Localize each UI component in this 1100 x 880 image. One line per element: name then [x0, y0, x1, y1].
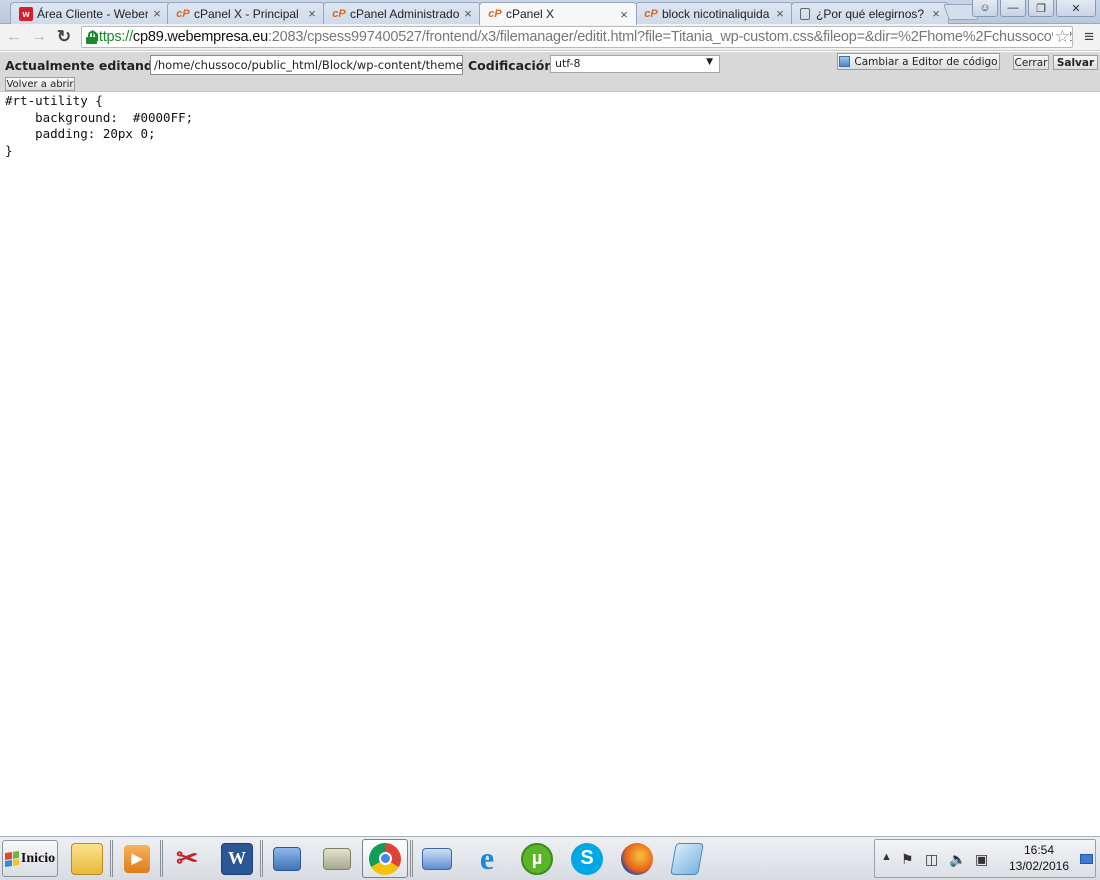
tab-block-nicotinaliquida[interactable]: cP block nicotinaliquida ×: [635, 2, 793, 24]
system-clock[interactable]: 16:54 13/02/2016: [1004, 842, 1074, 874]
media-player-icon[interactable]: ▶: [114, 839, 160, 878]
tab-label: block nicotinaliquida: [662, 6, 770, 21]
skype-icon[interactable]: S: [564, 839, 610, 878]
taskbar-separator: [110, 840, 113, 877]
cpanel-icon: cP: [488, 8, 502, 20]
tab-label: cPanel X: [506, 7, 555, 21]
minimize-icon[interactable]: —: [1000, 0, 1026, 17]
tab-label: ¿Por qué elegirnos?: [816, 6, 925, 21]
code-editor-icon: [839, 56, 851, 67]
encoding-value: utf-8: [555, 57, 581, 70]
close-button[interactable]: Cerrar: [1013, 55, 1049, 70]
start-button[interactable]: Inicio: [2, 840, 58, 877]
taskbar-separator: [260, 840, 263, 877]
utorrent-icon[interactable]: µ: [514, 839, 560, 878]
cpanel-icon: cP: [176, 7, 190, 20]
show-hidden-icons-icon[interactable]: ▲: [881, 851, 892, 863]
snipping-tool-icon[interactable]: ✂: [164, 839, 210, 878]
url-scheme: https://: [91, 29, 133, 45]
camera-icon[interactable]: [314, 839, 360, 878]
clock-time: 16:54: [1023, 843, 1055, 857]
tab-cpanel-principal[interactable]: cP cPanel X - Principal ×: [167, 2, 325, 24]
taskbar-separator: [410, 840, 413, 877]
close-window-icon[interactable]: ✕: [1056, 0, 1096, 17]
clock-date: 13/02/2016: [1008, 859, 1070, 873]
cpanel-icon: cP: [332, 7, 346, 20]
switch-code-editor-label: Cambiar a Editor de código: [854, 55, 998, 68]
word-icon[interactable]: W: [214, 839, 260, 878]
user-icon[interactable]: ☺: [972, 0, 998, 17]
bookmark-star-icon[interactable]: ☆: [1052, 27, 1070, 47]
restore-icon[interactable]: ❐: [1028, 0, 1054, 17]
firefox-icon[interactable]: [614, 839, 660, 878]
taskbar-separator: [160, 840, 163, 877]
internet-explorer-icon[interactable]: e: [464, 839, 510, 878]
tab-close-icon[interactable]: ×: [306, 6, 318, 21]
tab-close-icon[interactable]: ×: [930, 6, 942, 21]
switch-code-editor-button[interactable]: Cambiar a Editor de código: [837, 53, 1000, 70]
cpanel-icon: cP: [644, 7, 658, 20]
encoding-select[interactable]: utf-8 ▼: [550, 55, 720, 73]
webempresa-icon: w: [19, 6, 33, 21]
windows-taskbar: Inicio ▶ ✂ W e µ S ▲ ⚑ ◫ 🔈 ▣ 16:54 13/02…: [0, 836, 1100, 880]
tab-cpanel-administrador[interactable]: cP cPanel Administrador ×: [323, 2, 481, 24]
tab-cpanel-x[interactable]: cP cPanel X ×: [479, 2, 637, 25]
tab-close-icon[interactable]: ×: [462, 6, 474, 21]
address-bar[interactable]: https://cp89.webempresa.eu:2083/cpsess99…: [81, 26, 1073, 48]
code-editor-content[interactable]: #rt-utility { background: #0000FF; paddi…: [5, 93, 193, 159]
url-text: https://cp89.webempresa.eu:2083/cpsess99…: [91, 29, 1073, 45]
network-icon[interactable]: [414, 839, 460, 878]
url-host: cp89.webempresa.eu: [132, 29, 268, 45]
network-status-icon[interactable]: ▣: [975, 851, 988, 868]
tab-por-que-elegirnos[interactable]: ¿Por qué elegirnos? ×: [791, 2, 949, 24]
file-explorer-icon[interactable]: [64, 839, 110, 878]
browser-tab-strip: w Área Cliente - Weber × cP cPanel X - P…: [0, 0, 1100, 25]
tab-area-cliente[interactable]: w Área Cliente - Weber ×: [10, 2, 170, 24]
browser-toolbar: ← → ↻ https://cp89.webempresa.eu:2083/cp…: [0, 24, 1100, 51]
save-button[interactable]: Salvar: [1053, 55, 1098, 70]
editing-label: Actualmente editando:: [5, 58, 167, 73]
notepad-icon[interactable]: [664, 839, 710, 878]
volume-icon[interactable]: 🔈: [949, 851, 966, 868]
tab-close-icon[interactable]: ×: [151, 6, 163, 21]
tab-label: cPanel X - Principal: [194, 6, 299, 21]
remote-desktop-icon[interactable]: [264, 839, 310, 878]
chrome-icon[interactable]: [362, 839, 408, 878]
windows-update-icon[interactable]: ◫: [925, 851, 938, 868]
reopen-button[interactable]: Volver a abrir: [5, 77, 75, 91]
encoding-label: Codificación:: [468, 58, 559, 73]
window-controls: ☺ — ❐ ✕: [972, 0, 1096, 17]
tab-close-icon[interactable]: ×: [774, 6, 786, 21]
start-label: Inicio: [20, 850, 56, 866]
url-path: :2083/cpsess997400527/frontend/x3/filema…: [267, 29, 1073, 45]
document-icon: [800, 7, 810, 20]
dropdown-arrow-icon: ▼: [706, 57, 713, 67]
hamburger-menu-icon[interactable]: ≡: [1084, 27, 1094, 47]
show-desktop-button[interactable]: [1080, 854, 1093, 864]
action-center-flag-icon[interactable]: ⚑: [901, 851, 914, 868]
tab-close-icon[interactable]: ×: [618, 7, 630, 22]
tab-label: Área Cliente - Weber: [37, 6, 148, 21]
reload-icon[interactable]: ↻: [53, 26, 75, 48]
windows-logo-icon: [4, 850, 19, 867]
back-arrow-icon[interactable]: ←: [3, 26, 25, 48]
tab-label: cPanel Administrador: [350, 6, 459, 21]
file-path-input[interactable]: /home/chussoco/public_html/Block/wp-cont…: [150, 55, 463, 75]
forward-arrow-icon[interactable]: →: [28, 26, 50, 48]
editor-header: Actualmente editando: /home/chussoco/pub…: [0, 52, 1100, 92]
